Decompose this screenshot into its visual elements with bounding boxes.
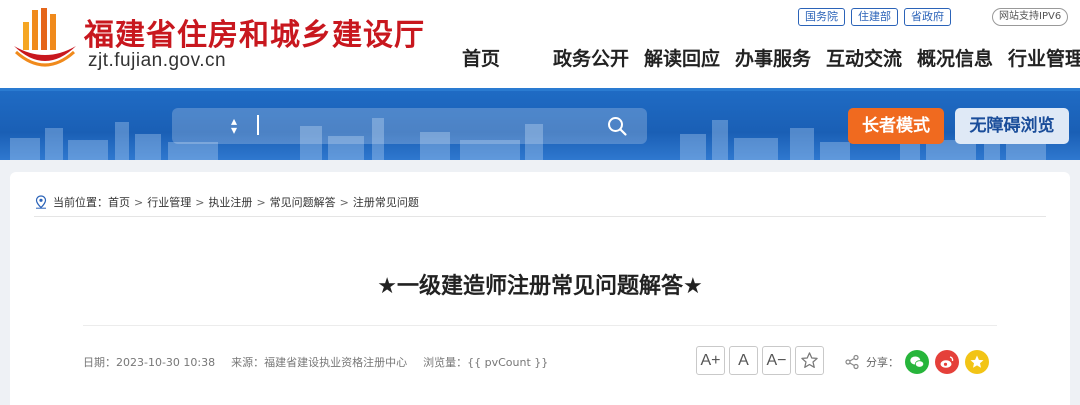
share-label: 分享： <box>866 356 899 369</box>
building-logo-icon[interactable] <box>12 6 78 70</box>
breadcrumb-divider <box>34 216 1046 217</box>
search-caret <box>257 115 259 135</box>
content-card: 当前位置： 首页 > 行业管理 > 执业注册 > 常见问题解答 > 注册常见问题… <box>10 172 1070 405</box>
nav-item-services[interactable]: 办事服务 <box>735 44 826 71</box>
top-links: 国务院 住建部 省政府 <box>798 8 951 26</box>
breadcrumb-separator: > <box>195 195 205 209</box>
article-views: 浏览量：{{ pvCount }} <box>423 356 549 369</box>
elder-mode-button[interactable]: 长者模式 <box>848 108 944 144</box>
site-domain: zjt.fujian.gov.cn <box>88 50 227 71</box>
search-scope-toggle-icon[interactable]: ▴ ▾ <box>228 115 240 136</box>
article-meta: 日期：2023-10-30 10:38 来源：福建省建设执业资格注册中心 浏览量… <box>83 354 548 370</box>
share-bar: 分享： <box>844 350 989 374</box>
nav-item-interpretation[interactable]: 解读回应 <box>644 44 735 71</box>
search-icon[interactable] <box>606 115 628 137</box>
breadcrumb-prefix: 当前位置： <box>53 196 108 209</box>
breadcrumb-item-registration-faq[interactable]: 注册常见问题 <box>353 194 419 210</box>
share-weibo-button[interactable] <box>935 350 959 374</box>
share-icon <box>845 354 859 370</box>
breadcrumb-separator: > <box>134 195 144 209</box>
accessible-browse-button[interactable]: 无障碍浏览 <box>955 108 1069 144</box>
font-smaller-button[interactable]: A− <box>762 346 791 375</box>
search-input[interactable] <box>264 112 594 140</box>
article-source: 来源：福建省建设执业资格注册中心 <box>231 356 408 369</box>
ipv6-badge: 网站支持IPV6 <box>992 8 1069 26</box>
location-pin-icon <box>35 195 47 209</box>
nav-item-industry[interactable]: 行业管理 <box>1008 44 1080 71</box>
top-link-state-council[interactable]: 国务院 <box>798 8 845 26</box>
breadcrumb-separator: > <box>256 195 266 209</box>
main-nav: 首页 政务公开 解读回应 办事服务 互动交流 概况信息 行业管理 <box>462 44 1080 71</box>
font-normal-button[interactable]: A <box>729 346 758 375</box>
weibo-icon <box>940 356 954 368</box>
nav-item-overview[interactable]: 概况信息 <box>917 44 1008 71</box>
breadcrumb-item-registration[interactable]: 执业注册 <box>208 194 252 210</box>
nav-item-gov-affairs[interactable]: 政务公开 <box>553 44 644 71</box>
article-date: 日期：2023-10-30 10:38 <box>83 356 216 369</box>
article-title: ★一级建造师注册常见问题解答★ <box>377 274 703 299</box>
nav-item-interaction[interactable]: 互动交流 <box>826 44 917 71</box>
title-divider <box>83 325 997 326</box>
breadcrumb: 当前位置： 首页 > 行业管理 > 执业注册 > 常见问题解答 > 注册常见问题 <box>34 194 419 210</box>
favorite-button[interactable] <box>795 346 824 375</box>
nav-item-home[interactable]: 首页 <box>462 44 553 71</box>
top-link-province-gov[interactable]: 省政府 <box>904 8 951 26</box>
qzone-star-icon <box>970 355 984 368</box>
breadcrumb-item-home[interactable]: 首页 <box>108 194 130 210</box>
site-header: 福建省住房和城乡建设厅 zjt.fujian.gov.cn 国务院 住建部 省政… <box>0 0 1080 88</box>
star-icon <box>801 352 818 368</box>
share-wechat-button[interactable] <box>905 350 929 374</box>
top-link-mohurd[interactable]: 住建部 <box>851 8 898 26</box>
article-tools: A+ A A− <box>696 346 824 375</box>
font-larger-button[interactable]: A+ <box>696 346 725 375</box>
wechat-icon <box>910 356 925 368</box>
breadcrumb-item-faq[interactable]: 常见问题解答 <box>270 194 336 210</box>
site-title[interactable]: 福建省住房和城乡建设厅 <box>84 10 425 54</box>
breadcrumb-item-industry[interactable]: 行业管理 <box>147 194 191 210</box>
breadcrumb-separator: > <box>339 195 349 209</box>
share-qzone-button[interactable] <box>965 350 989 374</box>
